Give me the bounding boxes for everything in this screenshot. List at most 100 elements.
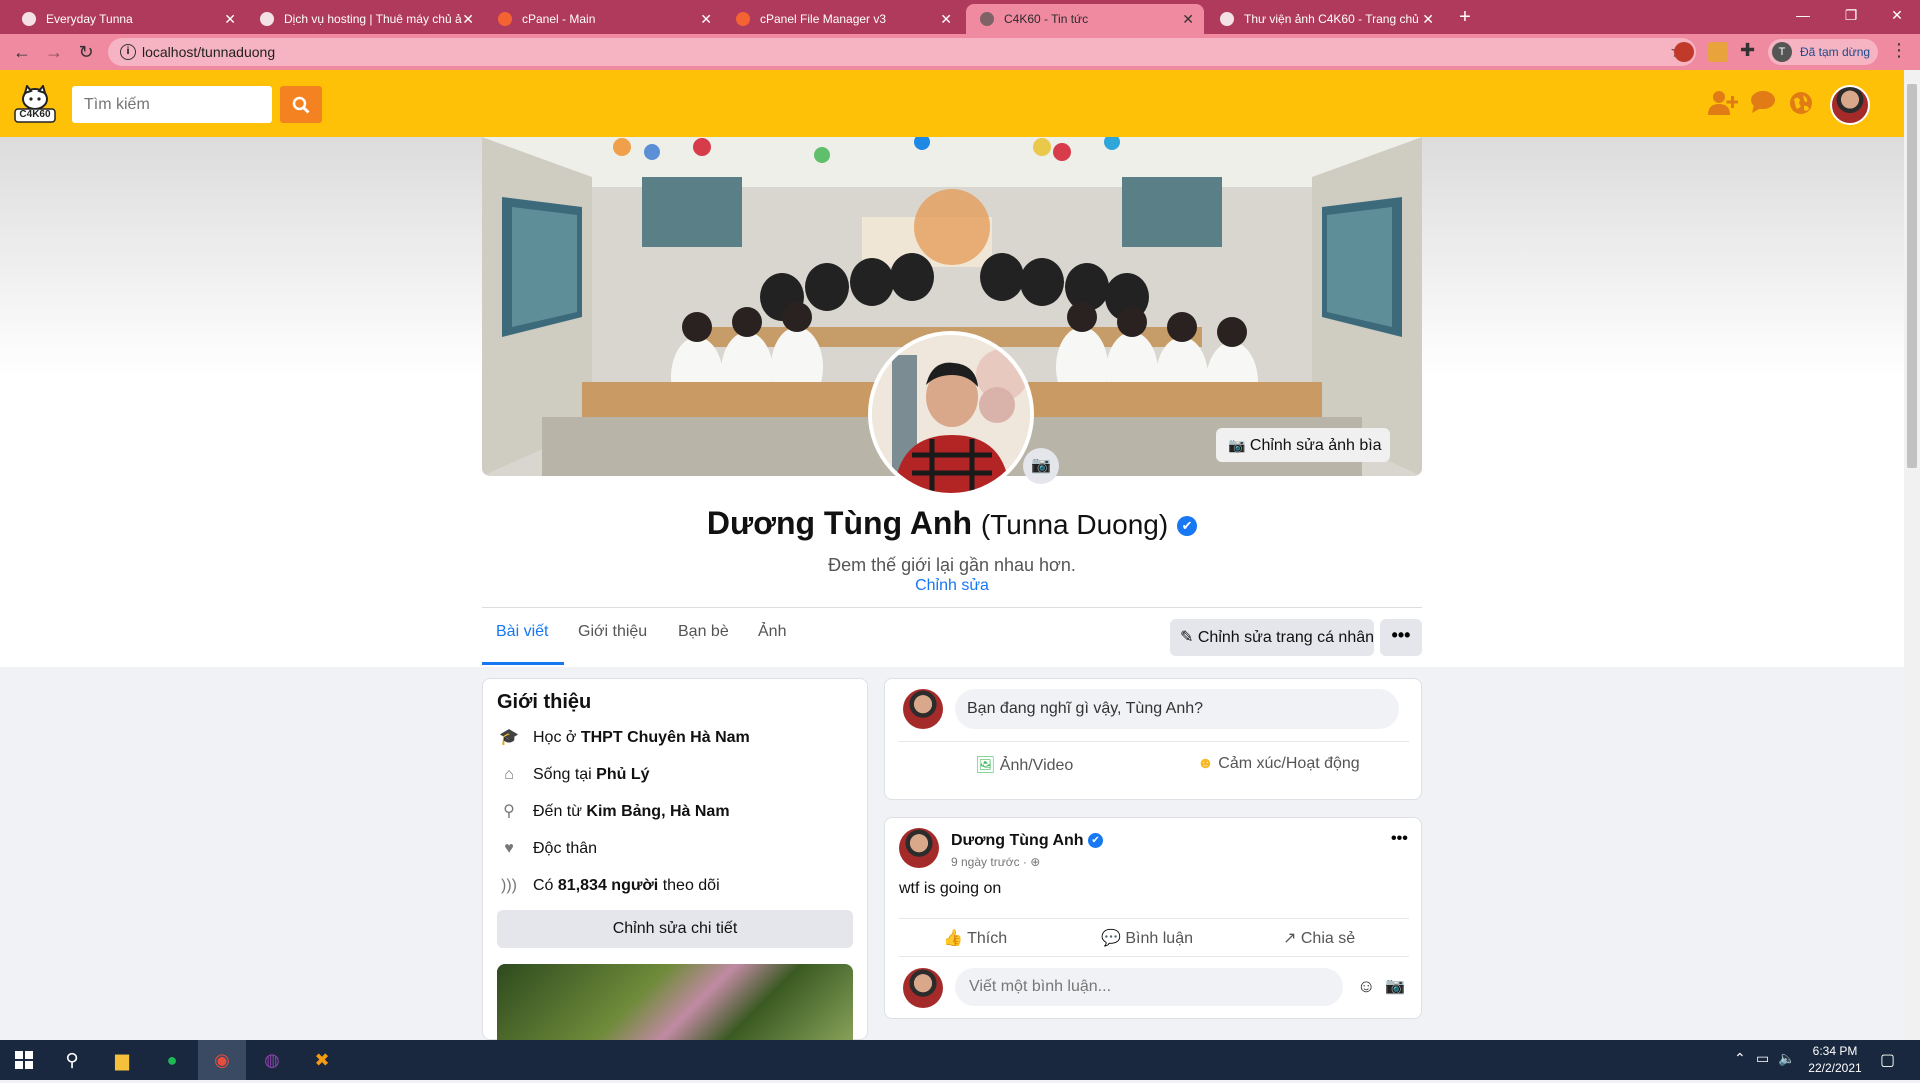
post-author[interactable]: Dương Tùng Anh ✔ xyxy=(951,832,1104,850)
post-more-icon[interactable]: ••• xyxy=(1391,830,1408,848)
composer-avatar xyxy=(903,689,943,729)
header-avatar[interactable] xyxy=(1830,85,1870,125)
tab-cpanel-file-manager[interactable]: cPanel File Manager v3 ✕ xyxy=(722,4,962,34)
tab-close-icon[interactable]: ✕ xyxy=(940,4,952,34)
comment-icon: 💬 xyxy=(1101,930,1121,947)
intro-row-value: THPT Chuyên Hà Nam xyxy=(580,729,750,746)
profile-bio: Đem thế giới lại gần nhau hơn. xyxy=(828,555,1076,575)
xampp-icon[interactable]: ✖ xyxy=(298,1040,346,1080)
site-logo[interactable]: C4K60 xyxy=(14,83,56,123)
tab-about[interactable]: Giới thiệu xyxy=(578,623,647,641)
add-friend-icon[interactable] xyxy=(1708,90,1739,120)
app-icon[interactable]: ◍ xyxy=(248,1040,296,1080)
extension-1-icon[interactable] xyxy=(1674,42,1694,62)
photo-video-button[interactable]: 🖼 Ảnh/Video xyxy=(975,755,1073,775)
edit-cover-button[interactable]: 📷 Chỉnh sửa ảnh bìa xyxy=(1216,428,1390,462)
menu-kebab-icon[interactable]: ⋮ xyxy=(1890,40,1908,61)
change-profile-picture-button[interactable]: 📷 xyxy=(1023,448,1059,484)
feeling-label: Cảm xúc/Hoạt động xyxy=(1218,755,1360,772)
tab-photos[interactable]: Ảnh xyxy=(758,623,786,641)
tab-c4k60-gallery[interactable]: Thư viện ảnh C4K60 - Trang chủ ✕ xyxy=(1206,4,1444,34)
chat-icon[interactable] xyxy=(1748,90,1778,120)
intro-row-prefix: Độc thân xyxy=(533,840,598,857)
close-window-icon[interactable]: ✕ xyxy=(1874,0,1920,34)
tab-close-icon[interactable]: ✕ xyxy=(462,4,474,34)
profile-portrait xyxy=(872,335,1030,493)
tab-everyday-tunna[interactable]: Everyday Tunna ✕ xyxy=(8,4,246,34)
intro-from: ⚲ Đến từ Kim Bảng, Hà Nam xyxy=(497,800,730,824)
tab-friends[interactable]: Bạn bè xyxy=(678,623,729,641)
edit-profile-label: Chỉnh sửa trang cá nhân xyxy=(1197,629,1375,646)
windows-start-icon[interactable] xyxy=(0,1040,48,1080)
extensions-puzzle-icon[interactable]: ✚ xyxy=(1740,40,1755,61)
system-clock[interactable]: 6:34 PM 22/2/2021 xyxy=(1800,1043,1870,1077)
restore-icon[interactable]: ❐ xyxy=(1828,0,1874,34)
volume-icon[interactable]: 🔈 xyxy=(1778,1050,1795,1067)
intro-education: 🎓 Học ở THPT Chuyên Hà Nam xyxy=(497,726,750,750)
spotify-icon[interactable]: ● xyxy=(148,1040,196,1080)
edit-profile-button[interactable]: ✎ Chỉnh sửa trang cá nhân xyxy=(1170,619,1374,656)
active-tab-indicator xyxy=(482,662,564,665)
file-explorer-icon[interactable]: ▆ xyxy=(98,1040,146,1080)
address-bar[interactable]: i localhost/tunnaduong ☆ xyxy=(108,38,1696,66)
globe-icon: ⊕ xyxy=(1030,855,1041,869)
logo-text: C4K60 xyxy=(19,109,51,120)
tab-close-icon[interactable]: ✕ xyxy=(1422,4,1434,34)
tab-label: C4K60 - Tin tức xyxy=(1004,12,1089,26)
feeling-activity-button[interactable]: ☻ Cảm xúc/Hoạt động xyxy=(1197,755,1360,773)
tray-chevron-icon[interactable]: ⌃ xyxy=(1734,1050,1746,1067)
reload-icon[interactable]: ↻ xyxy=(72,38,100,66)
tab-label: Everyday Tunna xyxy=(46,12,133,26)
profile-picture[interactable] xyxy=(868,331,1034,497)
forward-icon[interactable]: → xyxy=(40,38,68,66)
new-tab-button[interactable]: + xyxy=(1452,4,1478,30)
more-options-button[interactable]: ••• xyxy=(1380,619,1422,656)
tab-close-icon[interactable]: ✕ xyxy=(1182,4,1194,34)
comment-button[interactable]: 💬 Bình luận xyxy=(1101,928,1193,948)
profile-avatar: T xyxy=(1772,42,1792,62)
camera-icon: 📷 xyxy=(1228,437,1246,453)
tab-hosting[interactable]: Dịch vụ hosting | Thuê máy chủ ả ✕ xyxy=(246,4,484,34)
like-button[interactable]: 👍 Thích xyxy=(943,928,1007,948)
minimize-icon[interactable]: — xyxy=(1780,0,1826,34)
camera-icon: 📷 xyxy=(1031,457,1051,474)
intro-lives-in: ⌂ Sống tại Phủ Lý xyxy=(497,763,649,787)
tab-close-icon[interactable]: ✕ xyxy=(224,4,236,34)
edit-bio-link[interactable]: Chỉnh sửa xyxy=(0,577,1904,595)
tab-c4k60-news[interactable]: C4K60 - Tin tức ✕ xyxy=(966,4,1204,34)
verified-badge-icon: ✔ xyxy=(1177,515,1198,536)
globe-icon[interactable] xyxy=(1786,90,1816,120)
site-info-icon[interactable]: i xyxy=(120,44,136,60)
heart-icon: ♥ xyxy=(504,840,514,857)
intro-row-value: Kim Bảng, Hà Nam xyxy=(586,803,730,820)
camera-icon[interactable]: 📷 xyxy=(1385,976,1405,996)
extension-2-icon[interactable] xyxy=(1708,42,1728,62)
status-input[interactable]: Bạn đang nghĩ gì vậy, Tùng Anh? xyxy=(955,689,1399,729)
tab-close-icon[interactable]: ✕ xyxy=(700,4,712,34)
post-author-avatar[interactable] xyxy=(899,828,939,868)
map-pin-icon: ⚲ xyxy=(503,803,515,820)
post-composer: Bạn đang nghĩ gì vậy, Tùng Anh? 🖼 Ảnh/Vi… xyxy=(884,678,1422,800)
search-input[interactable] xyxy=(72,86,272,123)
profile-paused-chip[interactable]: T Đã tạm dừng xyxy=(1768,39,1878,65)
chrome-icon[interactable]: ◉ xyxy=(198,1040,246,1080)
comment-input[interactable]: Viết một bình luận... xyxy=(955,968,1343,1006)
share-button[interactable]: ↗ Chia sẻ xyxy=(1283,928,1355,948)
intro-featured-photo[interactable] xyxy=(497,964,853,1044)
tab-cpanel-main[interactable]: cPanel - Main ✕ xyxy=(484,4,722,34)
network-icon[interactable]: ▭ xyxy=(1756,1050,1769,1067)
search-button[interactable] xyxy=(280,86,322,123)
post-timestamp[interactable]: 9 ngày trước · ⊕ xyxy=(951,855,1040,869)
scrollbar-thumb[interactable] xyxy=(1907,84,1917,468)
notification-icon[interactable]: ▢ xyxy=(1880,1050,1895,1070)
tab-label: Thư viện ảnh C4K60 - Trang chủ xyxy=(1244,12,1419,26)
site-header: C4K60 xyxy=(0,70,1904,137)
intro-row-value: 81,834 người xyxy=(557,877,659,894)
back-icon[interactable]: ← xyxy=(8,38,36,66)
search-icon[interactable]: ⚲ xyxy=(48,1040,96,1080)
edit-details-button[interactable]: Chỉnh sửa chi tiết xyxy=(497,910,853,948)
tab-posts[interactable]: Bài viết xyxy=(496,623,548,641)
comment-label: Bình luận xyxy=(1125,930,1193,947)
pencil-icon: ✎ xyxy=(1180,629,1194,646)
emoji-icon[interactable]: ☺ xyxy=(1357,976,1375,997)
